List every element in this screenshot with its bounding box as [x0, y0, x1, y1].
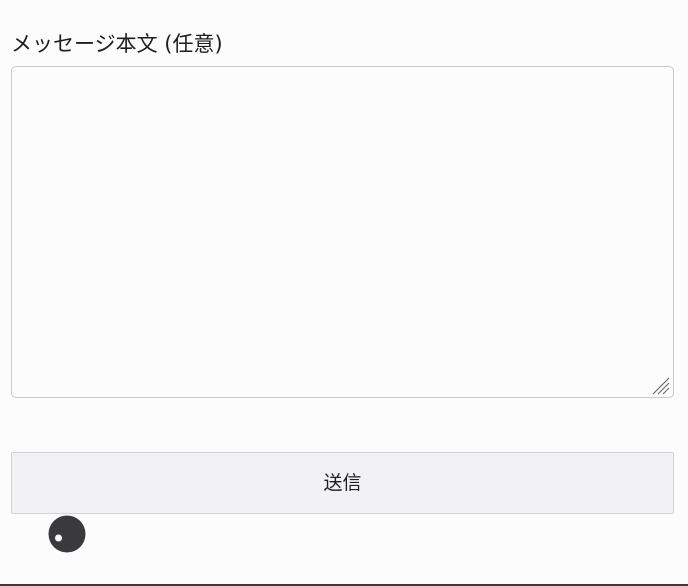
resize-grip-icon[interactable] — [650, 375, 670, 395]
message-label: メッセージ本文 (任意) — [11, 32, 223, 56]
submit-button[interactable]: 送信 — [11, 452, 674, 514]
eye-toggle-icon[interactable] — [48, 515, 86, 553]
message-textarea[interactable] — [11, 66, 674, 398]
